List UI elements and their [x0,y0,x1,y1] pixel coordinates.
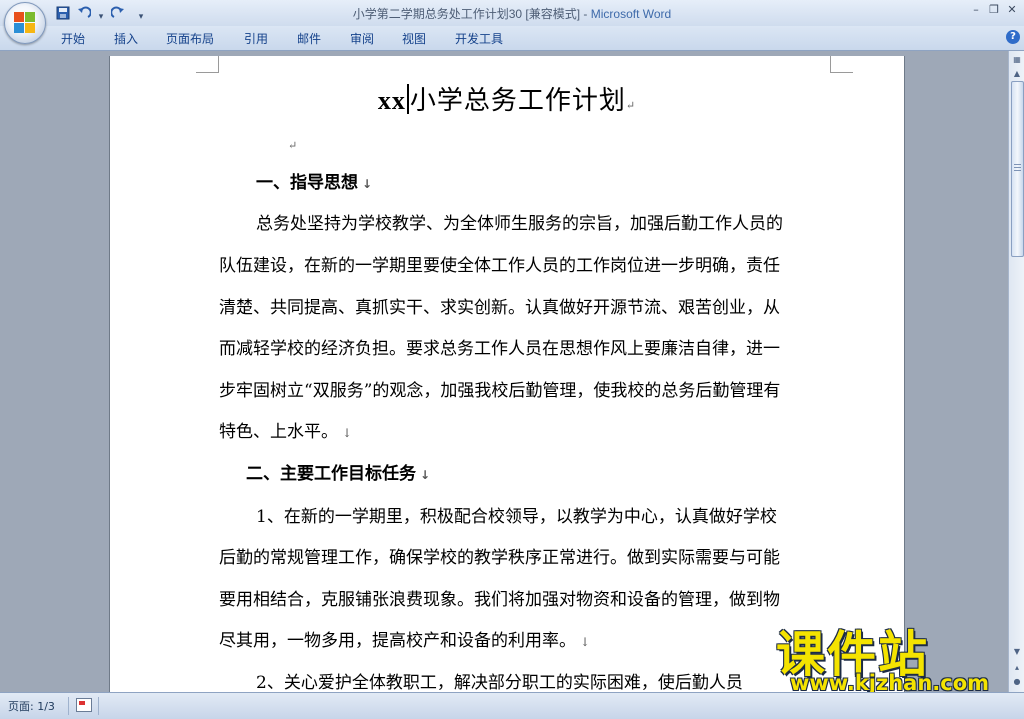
document-page[interactable]: xx 小学总务工作计划↵ ↵ 一、指导思想 ↓ 总务处坚持为学校教学、为全体师生服务… [110,56,904,692]
page-count[interactable]: 页面: 1/3 [8,698,55,714]
tab-page-layout[interactable]: 页面布局 [166,30,214,47]
window-controls: – ❐ ✕ [970,3,1018,16]
tab-review[interactable]: 审阅 [350,30,374,47]
document-area[interactable]: xx 小学总务工作计划↵ ↵ 一、指导思想 ↓ 总务处坚持为学校教学、为全体师生服务… [0,51,1008,692]
ruler-toggle-icon[interactable]: ▦ [1010,53,1024,67]
paragraph-line: 要用相结合，克服铺张浪费现象。我们将加强对物资和设备的管理，做到物 [219,590,780,610]
crop-mark [830,56,853,73]
office-button[interactable] [4,2,46,44]
tab-mailings[interactable]: 邮件 [297,30,321,47]
select-browse-object-icon[interactable]: ● [1010,675,1024,689]
app-name: Microsoft Word [590,7,672,21]
status-bar: 页面: 1/3 [0,692,1024,719]
window-title: 小学第二学期总务处工作计划30 [兼容模式] - Microsoft Word [0,5,1024,22]
status-separator [68,697,69,715]
heading-guiding-thought: 一、指导思想 ↓ [256,173,373,193]
document-heading: xx 小学总务工作计划↵ [110,80,904,117]
close-icon[interactable]: ✕ [1006,3,1018,16]
paragraph-line: 1、在新的一学期里，积极配合校领导，以教学为中心，认真做好学校 [256,507,777,527]
scroll-thumb[interactable] [1011,81,1024,257]
tab-references[interactable]: 引用 [244,30,268,47]
paragraph-line: 清楚、共同提高、真抓实干、求实创新。认真做好开源节流、艰苦创业，从 [219,298,780,318]
proofing-status-icon[interactable] [76,698,92,712]
paragraph-line-last: 特色、上水平。 ↓ [219,422,353,442]
title-bar: ▾ ▾ 小学第二学期总务处工作计划30 [兼容模式] - Microsoft W… [0,0,1024,26]
paragraph-line: 步牢固树立“双服务”的观念，加强我校后勤管理，使我校的总务后勤管理有 [219,381,781,401]
paragraph-line: 后勤的常规管理工作，确保学校的教学秩序正常进行。做到实际需要与可能 [219,548,780,568]
title-text: 小学总务工作计划 [409,86,626,116]
document-title: 小学第二学期总务处工作计划30 [兼容模式] - [352,7,591,21]
help-icon[interactable]: ? [1006,30,1020,44]
crop-mark [196,56,219,73]
status-separator [98,697,99,715]
office-logo-icon [14,12,36,34]
paragraph-line: 2、关心爱护全体教职工，解决部分职工的实际困难，使后勤人员 [256,673,743,692]
tab-view[interactable]: 视图 [402,30,426,47]
ribbon-tabs: 开始 插入 页面布局 引用 邮件 审阅 视图 开发工具 ? [0,26,1024,51]
watermark-logo: 课件站 www.kjzhan.com [770,615,1010,695]
tab-developer[interactable]: 开发工具 [455,30,503,47]
previous-page-icon[interactable]: ▴ [1010,661,1024,675]
paragraph-line: 而减轻学校的经济负担。要求总务工作人员在思想作风上要廉洁自律，进一 [219,339,780,359]
restore-icon[interactable]: ❐ [988,3,1000,16]
paragraph-mark-icon: ↵ [625,99,637,112]
minimize-icon[interactable]: – [970,3,982,16]
tab-insert[interactable]: 插入 [114,30,138,47]
text-cursor [406,84,409,114]
paragraph-line: 总务处坚持为学校教学、为全体师生服务的宗旨，加强后勤工作人员的 [256,214,783,234]
scroll-down-icon[interactable]: ▼ [1010,645,1024,659]
paragraph-line: 队伍建设，在新的一学期里要使全体工作人员的工作岗位进一步明确，责任 [219,256,780,276]
scroll-up-icon[interactable]: ▲ [1010,67,1024,81]
empty-paragraph-mark-icon: ↵ [288,139,298,152]
paragraph-line-last: 尽其用，一物多用，提高校产和设备的利用率。 ↓ [219,631,591,651]
heading-main-goals: 二、主要工作目标任务 ↓ [246,464,431,484]
title-prefix: xx [377,86,406,115]
tab-home[interactable]: 开始 [61,30,85,47]
vertical-scrollbar[interactable]: ▦ ▲ ▼ ▴ ● [1008,51,1024,692]
